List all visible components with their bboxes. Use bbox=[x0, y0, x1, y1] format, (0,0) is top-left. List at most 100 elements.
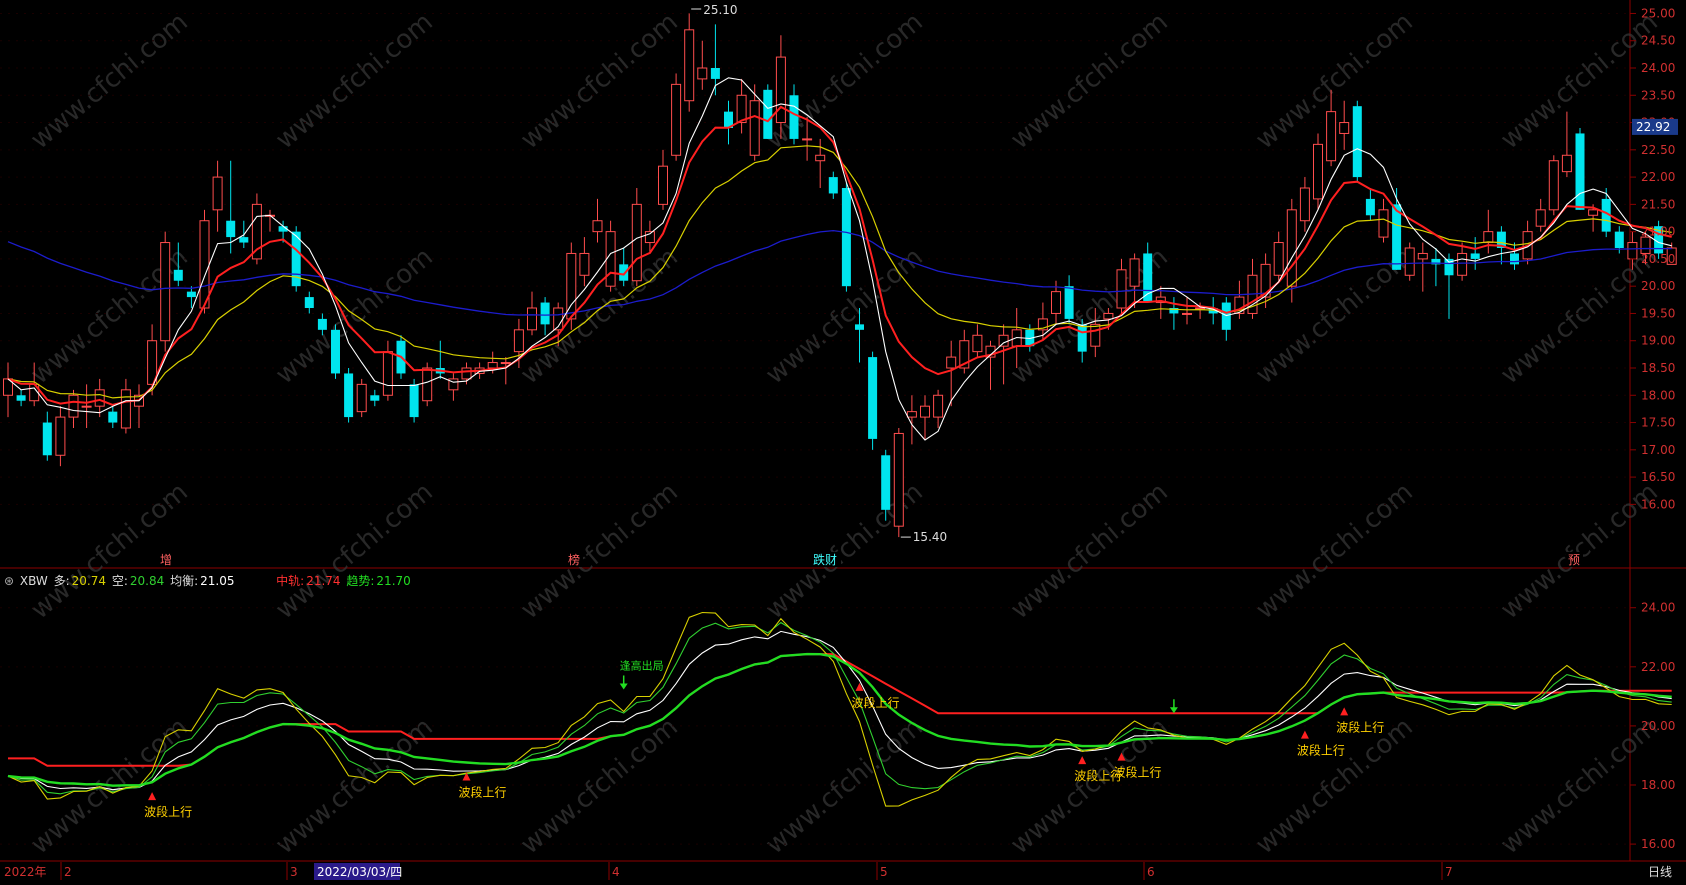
watermark-text: www.cfchi.com bbox=[1495, 712, 1664, 860]
balance-label: 均衡: bbox=[170, 574, 199, 588]
candle-up bbox=[671, 83, 682, 156]
watermark-layer: www.cfchi.com www.cfchi.com www.cfchi.com w… bbox=[25, 7, 1664, 860]
mid-value: 21.74 bbox=[306, 574, 341, 588]
short-line bbox=[7, 621, 1672, 795]
watermark-text: www.cfchi.com bbox=[1495, 477, 1664, 625]
candle-down bbox=[226, 220, 236, 238]
candle-up bbox=[487, 362, 498, 369]
signal-up-label: 波段上行 bbox=[459, 785, 507, 800]
signal-up-arrow bbox=[148, 792, 157, 801]
price-tick-label: 16.00 bbox=[1641, 497, 1675, 511]
candle-down bbox=[828, 177, 838, 194]
candle-up bbox=[1182, 312, 1192, 315]
candle-up bbox=[1548, 160, 1559, 211]
cursor-date-label: 2022/03/03/四 bbox=[317, 865, 402, 879]
watermark-text: www.cfchi.com bbox=[270, 712, 439, 860]
candle-up bbox=[500, 362, 511, 365]
signal-up-arrow bbox=[1078, 756, 1087, 765]
price-tick-label: 16.50 bbox=[1641, 470, 1675, 484]
candle-up bbox=[1417, 252, 1428, 260]
candle-up bbox=[802, 138, 813, 141]
watermark-text: www.cfchi.com bbox=[1005, 7, 1174, 155]
price-tick-label: 25.00 bbox=[1641, 6, 1675, 20]
candle-down bbox=[239, 237, 249, 243]
candle-down bbox=[540, 302, 550, 325]
price-tick-label: 19.00 bbox=[1641, 334, 1675, 348]
candle-down bbox=[855, 324, 864, 330]
watermark-text: www.cfchi.com bbox=[1005, 477, 1174, 625]
month-label: 5 bbox=[880, 865, 888, 879]
ma20-line bbox=[7, 145, 1672, 399]
indicator-tick-label: 22.00 bbox=[1641, 660, 1675, 674]
indicator-menu-icon[interactable]: ⊛ bbox=[4, 574, 14, 588]
signal-top-label: 逢高出局 bbox=[620, 658, 664, 672]
price-tick-label: 22.50 bbox=[1641, 143, 1675, 157]
candle-up bbox=[382, 351, 393, 396]
trend-label: 趋势: bbox=[346, 574, 375, 588]
candle-down bbox=[1064, 286, 1074, 319]
candle-up bbox=[1483, 231, 1494, 244]
candle-up bbox=[513, 329, 524, 353]
candle-down bbox=[1365, 198, 1375, 216]
candle-down bbox=[42, 422, 52, 456]
indicator-name[interactable]: XBW bbox=[20, 574, 48, 588]
price-tick-label: 17.50 bbox=[1641, 416, 1675, 430]
candle-down bbox=[1143, 253, 1153, 303]
month-label: 7 bbox=[1445, 865, 1453, 879]
candle-up bbox=[1326, 111, 1337, 162]
stock-chart-window: www.cfchi.com www.cfchi.com www.cfchi.com w… bbox=[0, 0, 1686, 881]
candle-up bbox=[697, 67, 708, 80]
candle-up bbox=[1116, 269, 1127, 309]
multi-label: 多: bbox=[53, 574, 70, 588]
candle-up bbox=[906, 411, 917, 418]
watermark-text: www.cfchi.com bbox=[515, 242, 684, 390]
candle-down bbox=[1352, 106, 1362, 178]
price-tick-label: 17.00 bbox=[1641, 443, 1675, 457]
candle-down bbox=[108, 411, 118, 423]
candle-up bbox=[160, 242, 171, 342]
low-label: 15.40 bbox=[913, 530, 947, 544]
candle-up bbox=[684, 29, 695, 102]
date-axis-bg bbox=[0, 862, 1686, 881]
price-tick-label: 19.50 bbox=[1641, 306, 1675, 320]
candle-down bbox=[1221, 302, 1231, 330]
candle-up bbox=[120, 389, 131, 429]
candle-up bbox=[1313, 143, 1323, 200]
chart-frame bbox=[0, 0, 1686, 862]
indicator-tick-label: 20.00 bbox=[1641, 719, 1675, 733]
candle-down bbox=[789, 95, 799, 139]
chart-canvas[interactable]: www.cfchi.com www.cfchi.com www.cfchi.com w… bbox=[0, 0, 1686, 881]
candle-up bbox=[1299, 187, 1310, 222]
candle-up bbox=[55, 416, 66, 456]
event-marker: 跌财 bbox=[813, 552, 837, 567]
candle-down bbox=[1392, 204, 1402, 270]
candle-up bbox=[658, 165, 668, 205]
price-tick-label: 21.50 bbox=[1641, 197, 1675, 211]
balance-value: 21.05 bbox=[200, 574, 235, 588]
candle-down bbox=[1077, 324, 1087, 352]
candle-down bbox=[710, 68, 720, 79]
signal-down-head bbox=[619, 683, 628, 690]
candle-up bbox=[631, 203, 642, 282]
price-tick-label: 21.00 bbox=[1641, 225, 1675, 239]
signal-up-label: 波段上行 bbox=[1297, 743, 1345, 758]
signal-up-arrow bbox=[1300, 730, 1309, 739]
candle-up bbox=[356, 383, 367, 413]
month-label: 4 bbox=[612, 865, 620, 879]
candle-up bbox=[1129, 258, 1140, 287]
mid-label: 中轨: bbox=[276, 574, 305, 588]
watermark-text: www.cfchi.com bbox=[515, 477, 684, 625]
candle-up bbox=[592, 220, 603, 233]
candle-up bbox=[1051, 291, 1061, 314]
price-tick-label: 18.00 bbox=[1641, 388, 1675, 402]
candle-up bbox=[94, 389, 105, 407]
candle-up bbox=[1090, 323, 1101, 347]
short-label: 空: bbox=[111, 574, 128, 588]
event-marker: 预 bbox=[1568, 553, 1580, 567]
watermark-text: www.cfchi.com bbox=[1250, 477, 1419, 625]
candle-up bbox=[579, 252, 590, 276]
candle-down bbox=[619, 264, 629, 281]
candle-down bbox=[331, 329, 340, 374]
high-label: 25.10 bbox=[703, 3, 737, 17]
candle-up bbox=[920, 405, 930, 418]
